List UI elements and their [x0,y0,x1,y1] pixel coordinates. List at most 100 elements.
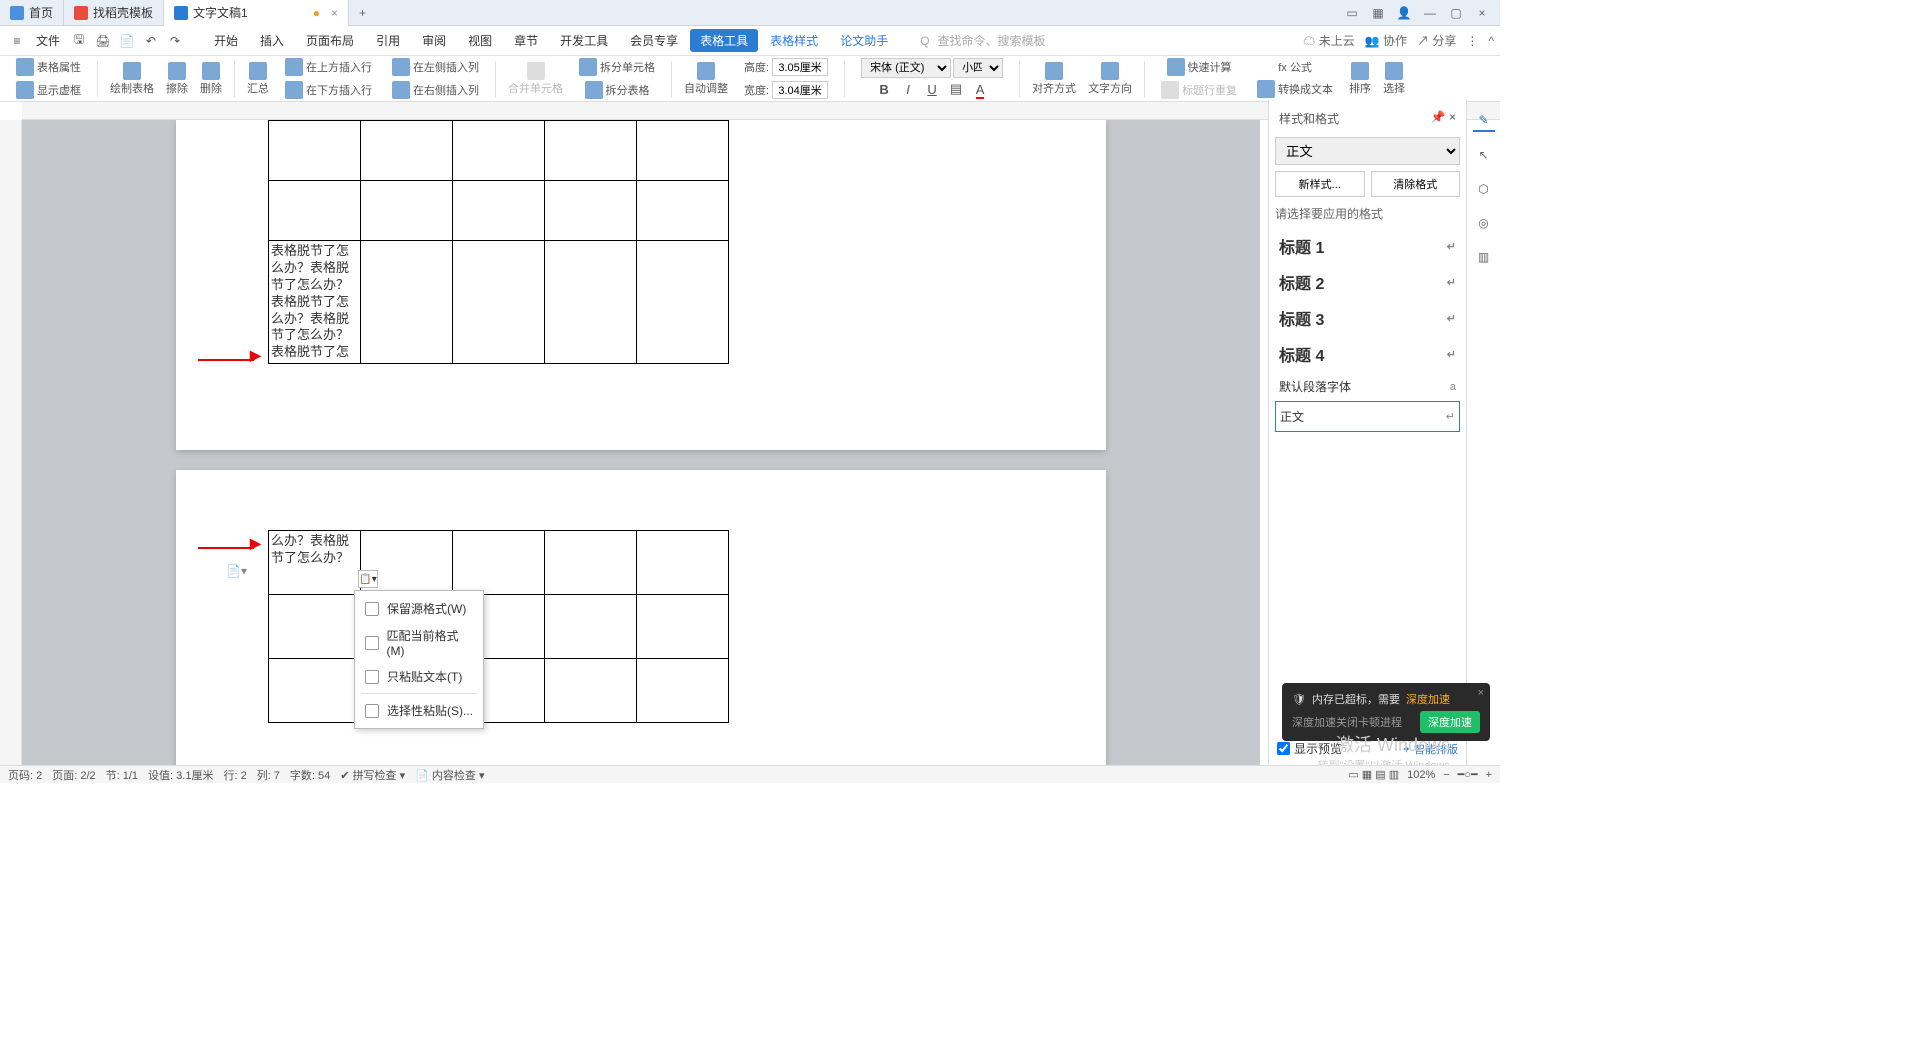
select-tool-icon[interactable]: ↖ [1473,144,1495,166]
erase-button[interactable]: 擦除 [162,60,192,98]
status-pagecode[interactable]: 页码: 2 [8,767,42,783]
target-tool-icon[interactable]: ◎ [1473,212,1495,234]
font-color-button[interactable]: A [969,79,991,99]
menu-match-dest[interactable]: 匹配当前格式(M) [355,622,483,663]
height-input[interactable] [772,58,828,76]
grid-icon[interactable]: ▦ [1368,3,1388,23]
minimize-button[interactable]: — [1420,3,1440,23]
font-size-select[interactable]: 小四 [953,58,1003,78]
tab-document[interactable]: 文字文稿1●× [164,0,349,26]
menu-view[interactable]: 视图 [458,32,502,49]
document-area[interactable]: 表格脱节了怎么办？表格脱节了怎么办？表格脱节了怎么办？表格脱节了怎么办？表格脱节… [22,120,1260,765]
split-table-button[interactable]: 拆分表格 [581,79,654,101]
maximize-button[interactable]: ▢ [1446,3,1466,23]
close-icon[interactable]: × [331,6,338,20]
share-button[interactable]: ↗ 分享 [1417,32,1456,49]
style-para-font[interactable]: 默认段落字体a [1275,372,1460,401]
summary-button[interactable]: 汇总 [243,60,273,98]
align-button[interactable]: 对齐方式 [1028,60,1080,98]
menu-chapter[interactable]: 章节 [504,32,548,49]
undo-icon[interactable]: ↶ [140,30,162,52]
zoom-slider[interactable]: ━○━ [1458,768,1478,781]
file-menu[interactable]: 文件 [30,32,66,49]
delete-button[interactable]: 删除 [196,60,226,98]
insert-right-button[interactable]: 在右侧插入列 [388,79,483,101]
layout-tool-icon[interactable]: ▥ [1473,246,1495,268]
table-cell-text-2[interactable]: 么办？表格脱节了怎么办？ [271,533,358,567]
split-cell-button[interactable]: 拆分单元格 [575,56,659,78]
smart-layout-link[interactable]: ✦ 智能排版 [1402,741,1458,757]
menu-keep-source[interactable]: 保留源格式(W) [355,595,483,622]
table-cell-text[interactable]: 表格脱节了怎么办？表格脱节了怎么办？表格脱节了怎么办？表格脱节了怎么办？表格脱节… [271,243,358,361]
toast-close-icon[interactable]: × [1478,687,1484,699]
status-col[interactable]: 列: 7 [257,767,280,783]
tab-home[interactable]: 首页 [0,0,64,26]
menu-table-tools[interactable]: 表格工具 [690,29,758,52]
italic-button[interactable]: I [897,79,919,99]
style-heading3[interactable]: 标题 3↵ [1275,300,1460,336]
menu-insert[interactable]: 插入 [250,32,294,49]
menu-member[interactable]: 会员专享 [620,32,688,49]
select-button[interactable]: 选择 [1379,60,1409,98]
command-search[interactable]: Q查找命令、搜索模板 [920,32,1045,49]
menu-review[interactable]: 审阅 [412,32,456,49]
insert-left-button[interactable]: 在左侧插入列 [388,56,483,78]
cloud-status[interactable]: ☁ 未上云 [1303,32,1354,49]
status-line[interactable]: 行: 2 [223,767,246,783]
pin-icon[interactable]: 📌 [1431,110,1446,124]
zoom-label[interactable]: 102% [1407,769,1435,781]
bold-button[interactable]: B [873,79,895,99]
table-properties-button[interactable]: 表格属性 [12,56,85,78]
new-style-button[interactable]: 新样式... [1275,171,1365,197]
close-button[interactable]: × [1472,3,1492,23]
zoom-out-icon[interactable]: − [1443,769,1449,781]
save-icon[interactable]: 🖫 [68,30,90,52]
status-content[interactable]: 📄 内容检查 ▾ [415,767,484,783]
status-words[interactable]: 字数: 54 [290,767,330,783]
menu-start[interactable]: 开始 [204,32,248,49]
show-frame-button[interactable]: 显示虚框 [12,79,85,101]
sort-button[interactable]: 排序 [1345,60,1375,98]
style-heading4[interactable]: 标题 4↵ [1275,336,1460,372]
print-icon[interactable]: 🖨 [92,30,114,52]
quick-calc-button[interactable]: 快速计算 [1163,56,1236,78]
avatar-icon[interactable]: 👤 [1394,3,1414,23]
insert-above-button[interactable]: 在上方插入行 [281,56,376,78]
hamburger-icon[interactable]: ≡ [6,30,28,52]
collapse-ribbon-icon[interactable]: ^ [1488,34,1494,48]
style-body[interactable]: 正文↵ [1275,401,1460,432]
status-spell[interactable]: ✔ 拼写检查 ▾ [340,767,405,783]
menu-table-style[interactable]: 表格样式 [760,32,828,49]
formula-button[interactable]: fx 公式 [1274,57,1316,77]
menu-dev[interactable]: 开发工具 [550,32,618,49]
draw-table-button[interactable]: 绘制表格 [106,60,158,98]
layout-icon[interactable]: ▭ [1342,3,1362,23]
tab-templates[interactable]: 找稻壳模板 [64,0,164,26]
font-name-select[interactable]: 宋体 (正文) [861,58,951,78]
menu-references[interactable]: 引用 [366,32,410,49]
style-heading2[interactable]: 标题 2↵ [1275,264,1460,300]
redo-icon[interactable]: ↷ [164,30,186,52]
insert-below-button[interactable]: 在下方插入行 [281,79,376,101]
to-text-button[interactable]: 转换成文本 [1253,78,1337,100]
menu-text-only[interactable]: 只粘贴文本(T) [355,663,483,690]
zoom-in-icon[interactable]: + [1486,769,1492,781]
highlight-button[interactable]: ▤ [945,79,967,99]
table-2[interactable]: 么办？表格脱节了怎么办？ [268,530,729,723]
shape-tool-icon[interactable]: ⬡ [1473,178,1495,200]
status-page[interactable]: 页面: 2/2 [52,767,95,783]
preview-icon[interactable]: 📄 [116,30,138,52]
toast-action-button[interactable]: 深度加速 [1420,711,1480,733]
autofit-button[interactable]: 自动调整 [680,60,732,98]
more-icon[interactable]: ⋮ [1466,34,1478,48]
collab-button[interactable]: 👥 协作 [1365,32,1407,49]
status-pos[interactable]: 设值: 3.1厘米 [148,767,213,783]
text-direction-button[interactable]: 文字方向 [1084,60,1136,98]
menu-layout[interactable]: 页面布局 [296,32,364,49]
width-input[interactable] [772,81,828,99]
panel-close-icon[interactable]: × [1449,110,1456,124]
current-style-select[interactable]: 正文 [1275,137,1460,165]
style-heading1[interactable]: 标题 1↵ [1275,228,1460,264]
clear-format-button[interactable]: 清除格式 [1371,171,1461,197]
menu-thesis[interactable]: 论文助手 [830,32,898,49]
